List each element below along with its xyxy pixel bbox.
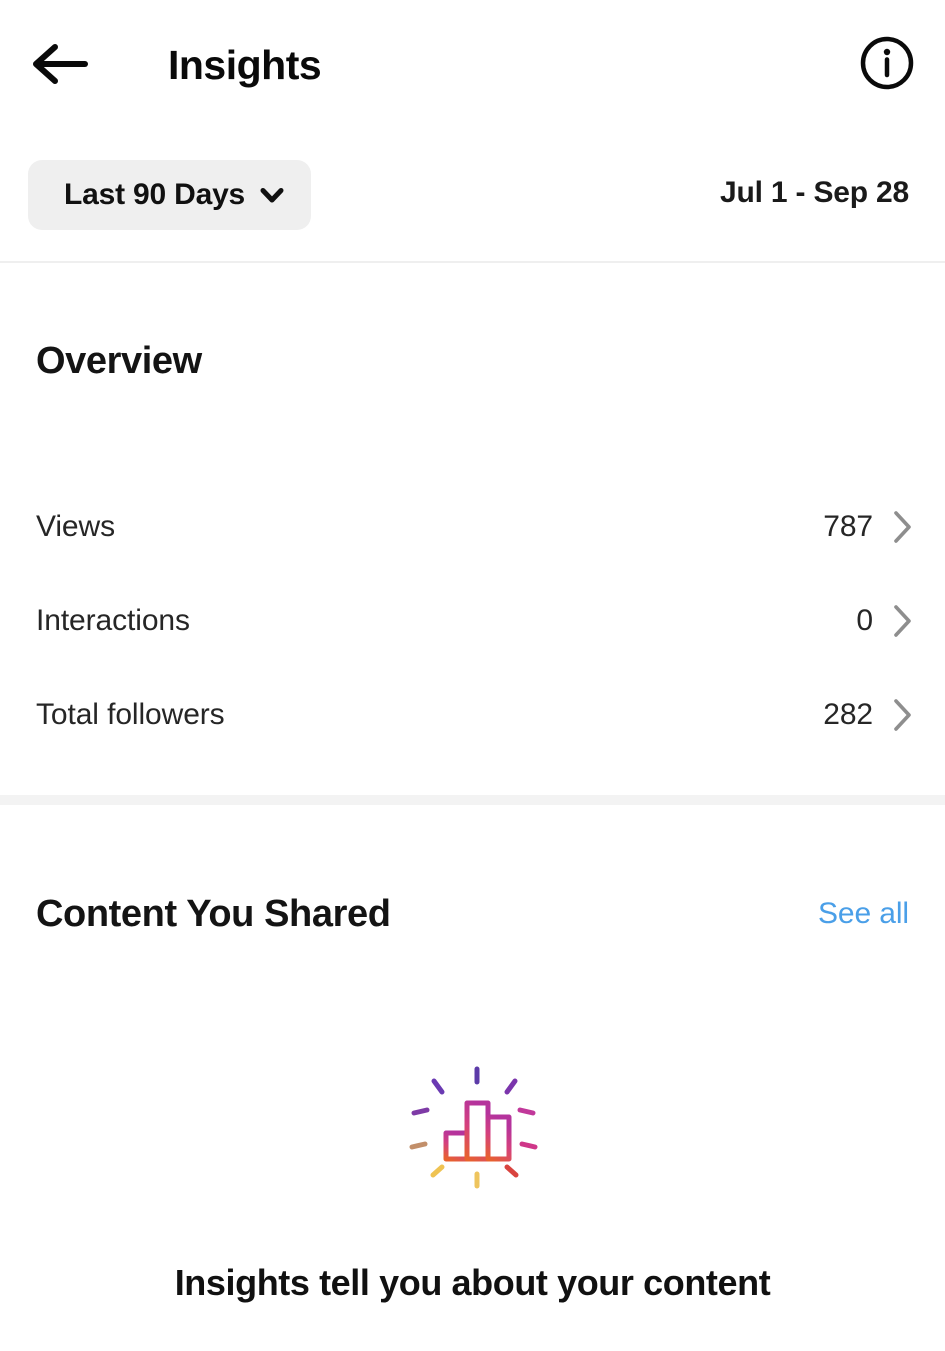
metric-row-total-followers[interactable]: Total followers 282 [0, 668, 945, 762]
metric-label: Views [36, 510, 115, 543]
metric-right-group: 787 [823, 510, 913, 544]
chevron-down-icon [259, 182, 285, 208]
chevron-right-icon [891, 604, 913, 638]
metric-value: 787 [823, 510, 873, 543]
overview-metric-list: Views 787 Interactions 0 Total followers… [0, 480, 945, 762]
section-separator-band [0, 795, 945, 805]
overview-heading: Overview [36, 340, 202, 382]
date-filter-row: Last 90 Days Jul 1 - Sep 28 [0, 160, 945, 232]
info-button[interactable] [859, 35, 915, 96]
header-divider [0, 261, 945, 263]
date-range-selector[interactable]: Last 90 Days [28, 160, 312, 230]
empty-state-message: Insights tell you about your content [174, 1262, 771, 1303]
metric-value: 282 [823, 698, 873, 731]
metric-label: Interactions [36, 604, 190, 637]
app-header: Insights [0, 0, 945, 131]
content-shared-header: Content You Shared See all [0, 885, 945, 943]
metric-row-interactions[interactable]: Interactions 0 [0, 574, 945, 668]
page-title: Insights [168, 42, 322, 88]
metric-right-group: 0 [856, 604, 913, 638]
date-range-selector-label: Last 90 Days [64, 178, 246, 211]
arrow-left-icon [29, 41, 89, 92]
info-circle-icon [859, 35, 915, 96]
chevron-right-icon [891, 510, 913, 544]
back-button[interactable] [28, 38, 90, 94]
metric-right-group: 282 [823, 698, 913, 732]
metric-row-views[interactable]: Views 787 [0, 480, 945, 574]
metric-label: Total followers [36, 698, 225, 731]
see-all-link[interactable]: See all [818, 897, 909, 931]
content-shared-heading: Content You Shared [36, 892, 391, 935]
metric-value: 0 [856, 604, 873, 637]
chevron-right-icon [891, 698, 913, 732]
date-range-text: Jul 1 - Sep 28 [720, 176, 909, 209]
bar-chart-burst-icon [383, 1055, 563, 1200]
